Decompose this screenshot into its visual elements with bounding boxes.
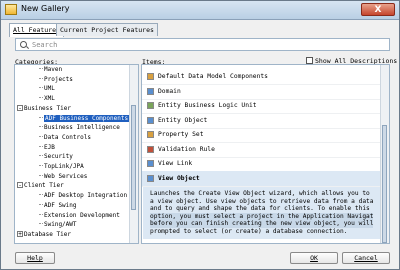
item-icon xyxy=(147,102,154,109)
tree-connector-icon xyxy=(39,194,43,196)
tree-connector-icon xyxy=(39,165,43,166)
items-scrollbar[interactable] xyxy=(380,65,389,243)
tree-connector-icon xyxy=(39,116,43,118)
category-label: Database Tier xyxy=(24,230,71,238)
category-node[interactable]: XML xyxy=(39,95,55,103)
tree-connector-icon xyxy=(39,68,43,69)
categories-scrollbar[interactable] xyxy=(129,65,138,243)
item-label: Property Set xyxy=(158,131,204,138)
tree-connector-icon xyxy=(39,155,43,157)
category-label: Business Intelligence xyxy=(44,124,120,132)
description-line: before you can finish creating the new v… xyxy=(150,220,373,228)
items-scroll-thumb[interactable] xyxy=(382,125,387,243)
category-label: Extension Development xyxy=(44,211,120,219)
checkbox-box[interactable] xyxy=(306,57,313,64)
cancel-button[interactable]: Cancel xyxy=(342,252,390,264)
collapse-icon[interactable]: - xyxy=(17,182,23,189)
item-icon xyxy=(147,131,154,138)
tab-current-project-features[interactable]: Current Project Features xyxy=(56,23,158,36)
category-label: ADF Desktop Integration xyxy=(44,192,128,200)
category-label: TopLink/JPA xyxy=(44,163,84,170)
category-node[interactable]: Data Controls xyxy=(39,134,91,142)
title-bar: New Gallery X xyxy=(1,1,399,20)
categories-scroll-thumb[interactable] xyxy=(131,105,136,210)
description-line: a view object. Use view objects to retri… xyxy=(150,197,373,205)
item-label: View Object xyxy=(158,174,200,182)
tree-connector-icon xyxy=(39,135,43,137)
category-node[interactable]: - Client Tier xyxy=(17,182,64,190)
description-line: and to query and shape the data for clie… xyxy=(150,205,370,212)
category-node[interactable]: ADF Business Components xyxy=(39,114,130,123)
item-label: Domain xyxy=(158,87,181,95)
item-icon xyxy=(147,160,154,167)
tree-connector-icon xyxy=(39,145,43,147)
category-label: XML xyxy=(44,95,55,103)
description-line: prompted to select (or create) a databas… xyxy=(150,227,348,235)
window-title: New Gallery xyxy=(21,4,70,13)
item-label: Entity Business Logic Unit xyxy=(158,102,257,109)
gallery-item[interactable]: View Object xyxy=(142,170,382,187)
new-gallery-dialog: New Gallery X All Features Current Proje… xyxy=(0,0,400,270)
item-icon xyxy=(147,87,154,95)
category-label: Client Tier xyxy=(24,182,64,190)
expand-icon[interactable]: + xyxy=(17,230,23,237)
category-node[interactable]: UML xyxy=(39,85,55,93)
ok-button[interactable]: OK xyxy=(290,252,338,264)
category-label: UML xyxy=(44,85,55,93)
category-node[interactable]: Extension Development xyxy=(39,212,120,220)
category-label: Security xyxy=(44,153,73,161)
category-node[interactable]: EJB xyxy=(39,144,55,152)
item-label: Entity Object xyxy=(158,116,208,124)
search-input[interactable]: Search xyxy=(15,38,390,51)
categories-tree: Maven Projects UML XML - Business Tier ADF Bus… xyxy=(14,64,139,244)
category-label: Data Controls xyxy=(44,133,91,141)
category-node[interactable]: Maven xyxy=(39,66,62,74)
item-icon xyxy=(147,174,154,182)
tree-connector-icon xyxy=(39,213,43,215)
category-label: Business Tier xyxy=(24,104,71,112)
category-label: Projects xyxy=(44,75,73,83)
item-label: View Link xyxy=(158,160,193,167)
item-icon xyxy=(147,145,154,153)
tree-connector-icon xyxy=(39,223,43,225)
description-line: option, you must select a project in the… xyxy=(150,212,373,220)
tree-connector-icon xyxy=(39,97,43,99)
tree-connector-icon xyxy=(39,87,43,89)
item-label: Validation Rule xyxy=(158,145,215,153)
close-button[interactable]: X xyxy=(361,3,395,16)
category-node[interactable]: Security xyxy=(39,153,73,161)
category-node[interactable]: ADF Swing xyxy=(39,202,77,210)
category-label: ADF Swing xyxy=(44,201,77,209)
items-list: Default Data Model Components Domain Entit… xyxy=(141,64,390,244)
category-node[interactable]: ADF Desktop Integration xyxy=(39,192,127,200)
category-label: ADF Business Components xyxy=(44,114,130,122)
help-button[interactable]: Help xyxy=(15,252,55,264)
category-label: Web Services xyxy=(44,172,88,180)
category-node[interactable]: - Business Tier xyxy=(17,104,71,113)
category-node[interactable]: Business Intelligence xyxy=(39,124,120,132)
item-description: Launches the Create View Object wizard, … xyxy=(143,187,381,239)
category-node[interactable]: Web Services xyxy=(39,173,87,181)
description-line: Launches the Create View Object wizard, … xyxy=(150,190,373,197)
tree-connector-icon xyxy=(39,203,43,205)
category-label: EJB xyxy=(44,143,55,151)
search-placeholder: Search xyxy=(32,41,58,49)
category-node[interactable]: TopLink/JPA xyxy=(39,163,84,171)
item-icon xyxy=(147,116,154,124)
tree-connector-icon xyxy=(39,126,43,128)
gallery-icon xyxy=(5,4,17,15)
category-label: Swing/AWT xyxy=(44,221,77,229)
category-node[interactable]: Projects xyxy=(39,76,73,84)
collapse-icon[interactable]: - xyxy=(17,104,23,111)
item-icon xyxy=(147,73,154,80)
category-node[interactable]: Swing/AWT xyxy=(39,221,77,229)
item-label: Default Data Model Components xyxy=(158,73,268,80)
tree-connector-icon xyxy=(39,77,43,79)
search-icon xyxy=(20,41,27,48)
tree-connector-icon xyxy=(39,174,43,176)
category-node[interactable]: + Database Tier xyxy=(17,230,71,239)
category-label: Maven xyxy=(44,66,63,73)
